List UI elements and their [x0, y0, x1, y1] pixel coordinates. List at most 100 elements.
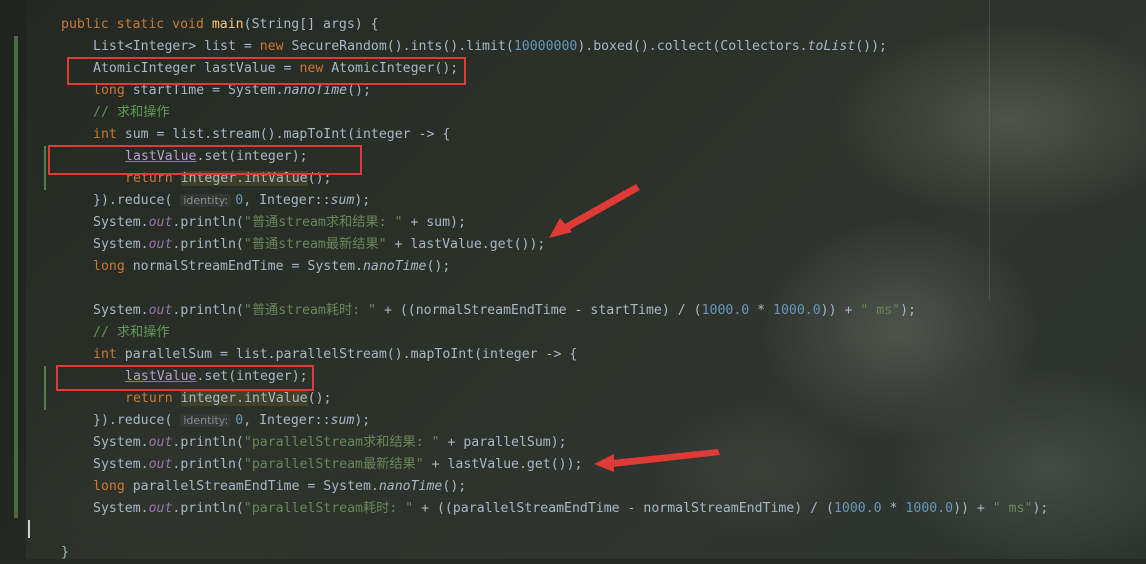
highlight-box-parallel-set [56, 365, 314, 391]
text-cursor [28, 520, 30, 538]
code-token: "普通stream求和结果: " [243, 215, 403, 230]
code-token: , Integer:: [243, 413, 331, 428]
code-token: parallelSum = list.parallelStream().mapT… [124, 347, 578, 362]
code-line[interactable]: int sum = list.stream().mapToInt(integer… [93, 124, 450, 146]
code-token: " ms" [992, 501, 1033, 516]
code-token: .println( [172, 501, 244, 516]
code-token: + lastValue.get()); [386, 237, 546, 252]
code-token: new [259, 39, 292, 54]
code-token: + parallelSum); [439, 435, 567, 450]
code-line[interactable]: System.out.println("普通stream最新结果" + last… [93, 234, 545, 256]
code-token: sum [330, 413, 355, 428]
code-token: .println( [172, 215, 244, 230]
code-token: } [61, 545, 69, 560]
code-line[interactable]: } [61, 542, 69, 564]
code-token: nanoTime [283, 83, 348, 98]
code-token: System. [93, 457, 149, 472]
code-token: 0 [235, 193, 244, 208]
code-token: + ((parallelStreamEndTime - normalStream… [413, 501, 834, 516]
code-token: ()); [855, 39, 887, 54]
code-token: int [93, 127, 125, 142]
code-token: , Integer:: [243, 193, 331, 208]
code-token: out [148, 215, 173, 230]
code-token: "普通stream耗时: " [243, 303, 377, 318]
code-token: System. [93, 215, 149, 230]
code-token: "parallelStream求和结果: " [243, 435, 440, 450]
code-token: }).reduce( [93, 193, 181, 208]
code-line[interactable]: int parallelSum = list.parallelStream().… [93, 344, 577, 366]
code-token: .println( [172, 303, 244, 318]
code-token: nanoTime [378, 479, 443, 494]
code-line[interactable]: System.out.println("parallelStream最新结果" … [93, 454, 582, 476]
code-token: "普通stream最新结果" [243, 237, 387, 252]
code-token: .println( [172, 457, 244, 472]
code-token: ).boxed().collect(Collectors. [577, 39, 808, 54]
code-token: // 求和操作 [93, 105, 170, 120]
code-token: out [148, 435, 173, 450]
code-token: public static void [61, 17, 212, 32]
code-token: (); [442, 479, 467, 494]
right-margin-guide [989, 0, 990, 300]
code-token: 1000.0 [905, 501, 954, 516]
code-token: sum = list.stream().mapToInt(integer -> … [124, 127, 451, 142]
code-token: .println( [172, 237, 244, 252]
code-line[interactable]: return integer.intValue(); [125, 388, 331, 410]
code-line[interactable]: public static void main(String[] args) { [61, 14, 379, 36]
code-token: .println( [172, 435, 244, 450]
code-token: (String[] args) { [243, 17, 379, 32]
code-token: 1000.0 [701, 303, 750, 318]
code-line[interactable]: System.out.println("parallelStream求和结果: … [93, 432, 567, 454]
lambda-fold-marker [44, 366, 46, 410]
code-token: "parallelStream耗时: " [243, 501, 414, 516]
code-token: out [148, 501, 173, 516]
code-token: )) + [953, 501, 993, 516]
code-token: ); [1032, 501, 1049, 516]
highlight-box-atomic-declaration [67, 57, 466, 85]
parameter-hint: identity: [180, 194, 232, 207]
code-line[interactable]: // 求和操作 [93, 102, 170, 124]
editor-gutter [0, 0, 26, 559]
code-token: nanoTime [362, 259, 427, 274]
code-token: out [148, 303, 173, 318]
code-line[interactable]: long parallelStreamEndTime = System.nano… [93, 476, 466, 498]
code-token: System. [93, 501, 149, 516]
code-token: " ms" [860, 303, 901, 318]
code-line[interactable]: long normalStreamEndTime = System.nanoTi… [93, 256, 450, 278]
code-token: + sum); [402, 215, 466, 230]
code-token: long [93, 259, 133, 274]
code-token: + lastValue.get()); [423, 457, 583, 472]
code-line[interactable]: List<Integer> list = new SecureRandom().… [93, 36, 887, 58]
code-token: System. [93, 303, 149, 318]
code-token: ); [354, 193, 371, 208]
code-token: 10000000 [513, 39, 578, 54]
code-token: System. [93, 237, 149, 252]
code-token: System. [93, 435, 149, 450]
code-token: normalStreamEndTime = System. [132, 259, 363, 274]
code-token: toList [807, 39, 856, 54]
lambda-fold-marker [44, 146, 46, 190]
code-line[interactable]: System.out.println("普通stream耗时: " + ((no… [93, 300, 916, 322]
vcs-change-marker [14, 36, 18, 518]
code-token: }).reduce( [93, 413, 181, 428]
code-token: integer.intValue [180, 391, 308, 406]
code-token: * [749, 303, 774, 318]
code-token: 0 [235, 413, 244, 428]
code-token: startTime = System. [132, 83, 284, 98]
highlight-box-stream-set [48, 145, 362, 175]
code-token: parallelStreamEndTime = System. [132, 479, 379, 494]
code-token: // 求和操作 [93, 325, 170, 340]
code-token: sum [330, 193, 355, 208]
code-line[interactable]: System.out.println("parallelStream耗时: " … [93, 498, 1048, 520]
code-line[interactable]: }).reduce( identity: 0, Integer::sum); [93, 190, 370, 212]
code-line[interactable]: }).reduce( identity: 0, Integer::sum); [93, 410, 370, 432]
code-token: (); [426, 259, 451, 274]
parameter-hint: identity: [180, 414, 232, 427]
code-token: List<Integer> list = [93, 39, 260, 54]
code-token: "parallelStream最新结果" [243, 457, 424, 472]
code-token: main [211, 17, 244, 32]
code-token: long [93, 83, 133, 98]
code-token: + ((normalStreamEndTime - startTime) / ( [376, 303, 702, 318]
code-line[interactable]: System.out.println("普通stream求和结果: " + su… [93, 212, 466, 234]
code-line[interactable]: // 求和操作 [93, 322, 170, 344]
code-token: SecureRandom().ints().limit( [291, 39, 514, 54]
